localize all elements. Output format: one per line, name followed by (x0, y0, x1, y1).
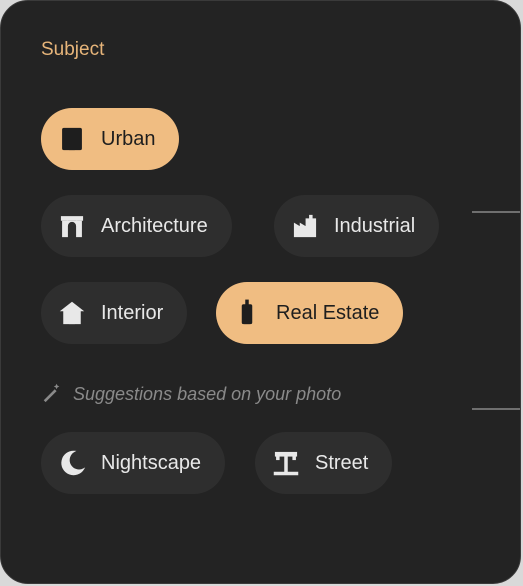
chip-real-estate[interactable]: Real Estate (216, 282, 404, 344)
chip-urban[interactable]: Urban (41, 108, 180, 170)
chip-street[interactable]: Street (255, 432, 393, 494)
factory-icon (290, 211, 320, 241)
chip-label: Real Estate (276, 301, 380, 324)
moon-icon (57, 448, 87, 478)
subject-panel: Subject Urban Architecture Industrial In… (0, 0, 521, 584)
archway-icon (57, 211, 87, 241)
chip-label: Interior (101, 301, 164, 324)
scroll-indicator (472, 408, 520, 410)
chip-nightscape[interactable]: Nightscape (41, 432, 226, 494)
scroll-indicator (472, 211, 520, 213)
building-icon (57, 124, 87, 154)
house-icon (57, 298, 87, 328)
chip-label: Architecture (101, 214, 208, 237)
chip-industrial[interactable]: Industrial (274, 195, 440, 257)
chip-label: Industrial (334, 214, 416, 237)
chip-label: Street (315, 451, 369, 474)
chip-interior[interactable]: Interior (41, 282, 188, 344)
chip-label: Nightscape (101, 451, 202, 474)
street-icon (271, 448, 301, 478)
suggestion-hint: Suggestions based on your photo (41, 381, 341, 408)
suggestion-hint-text: Suggestions based on your photo (73, 384, 342, 404)
panel-title: Subject (41, 39, 105, 60)
magic-wand-icon (41, 381, 63, 408)
chip-label: Urban (101, 127, 156, 150)
chip-architecture[interactable]: Architecture (41, 195, 232, 257)
tower-icon (232, 298, 262, 328)
